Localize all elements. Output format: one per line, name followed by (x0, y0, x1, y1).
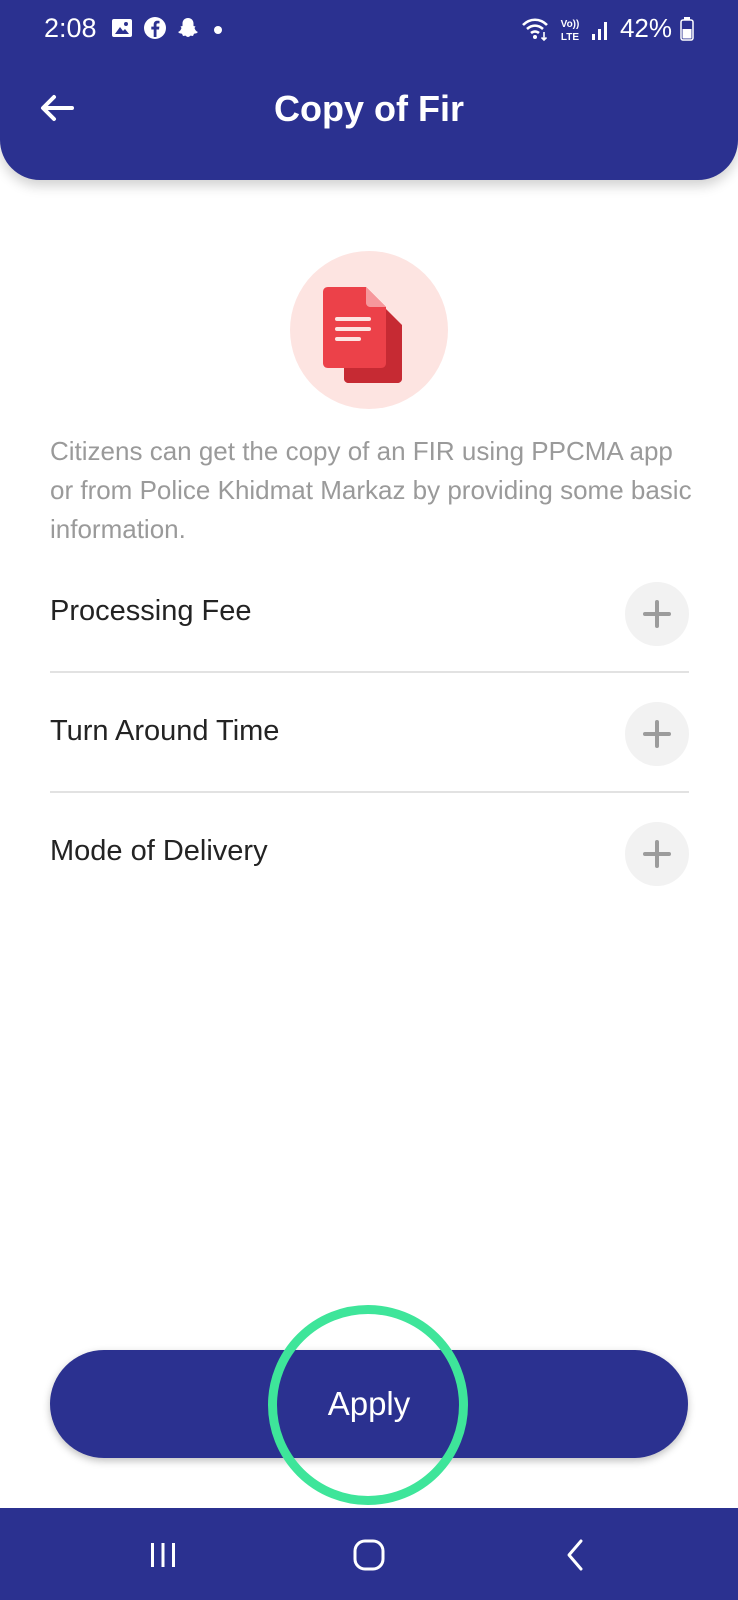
service-description: Citizens can get the copy of an FIR usin… (50, 436, 692, 544)
signal-icon (591, 21, 607, 40)
battery-percentage: 42% (619, 13, 672, 43)
recent-apps-button[interactable] (133, 1530, 193, 1580)
snapchat-icon (178, 18, 198, 37)
gallery-icon (112, 19, 132, 37)
facebook-icon (144, 17, 166, 39)
section-label: Processing Fee (50, 595, 252, 627)
section-turn-around-time[interactable]: Turn Around Time (50, 673, 689, 793)
home-button[interactable] (339, 1530, 399, 1580)
back-icon (567, 1539, 583, 1571)
apply-button-label: Apply (327, 1385, 411, 1422)
app-header: 2:08 Vo)) LTE 42% Copy of Fir (0, 0, 738, 180)
wifi-icon (522, 17, 548, 41)
document-icon (323, 287, 402, 383)
battery-icon (680, 16, 694, 41)
info-accordion: Processing Fee Turn Around Time Mode of … (50, 553, 689, 913)
document-illustration (290, 251, 448, 409)
plus-icon[interactable] (625, 582, 689, 646)
plus-icon[interactable] (625, 822, 689, 886)
home-icon (353, 1539, 385, 1571)
system-status: Vo)) LTE 42% (520, 13, 694, 44)
dot-icon (214, 26, 222, 34)
section-mode-of-delivery[interactable]: Mode of Delivery (50, 793, 689, 913)
plus-icon[interactable] (625, 702, 689, 766)
section-processing-fee[interactable]: Processing Fee (50, 553, 689, 673)
volte-icon: Vo)) LTE (561, 19, 580, 43)
svg-text:Vo)): Vo)) (561, 19, 580, 30)
section-label: Turn Around Time (50, 715, 280, 747)
status-bar: 2:08 Vo)) LTE 42% (0, 0, 738, 60)
svg-text:LTE: LTE (561, 32, 579, 43)
page-title: Copy of Fir (274, 88, 464, 129)
status-time: 2:08 (44, 13, 97, 43)
system-nav-bar (0, 1508, 738, 1600)
section-label: Mode of Delivery (50, 835, 268, 867)
apply-button[interactable]: Apply (50, 1350, 688, 1458)
notification-icons (110, 16, 227, 40)
recent-apps-icon (151, 1543, 175, 1567)
system-back-button[interactable] (546, 1530, 606, 1580)
